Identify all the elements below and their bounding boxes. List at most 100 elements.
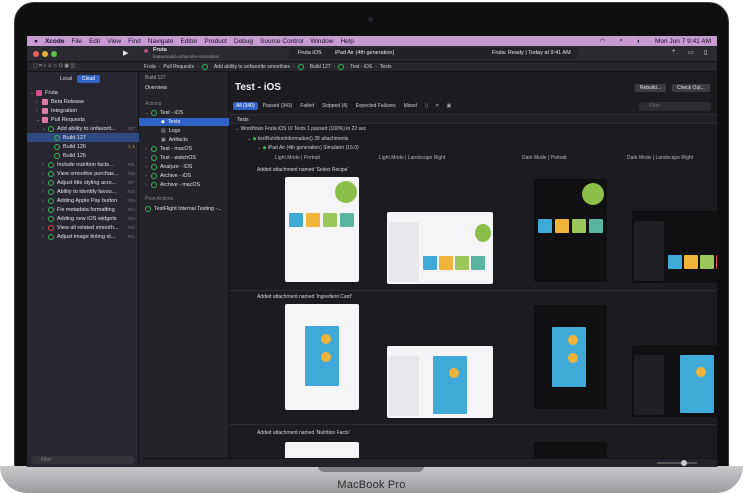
zoom-window-button[interactable] [51, 51, 57, 57]
library-icon[interactable]: ▭ [688, 49, 694, 56]
screen: ● Xcode File Edit View Find Navigate Edi… [27, 36, 717, 467]
search-icon[interactable]: ⌕ [619, 37, 623, 45]
action-test-ios[interactable]: ⌄ Test - iOS [139, 109, 229, 117]
pr-number: #28 [127, 171, 135, 176]
breadcrumb-pr[interactable]: Add ability to unfavorite smoothies [214, 64, 290, 70]
tab-expected-failures[interactable]: Expected Failures [353, 102, 399, 110]
breadcrumb-fruta[interactable]: Fruta [144, 64, 156, 70]
menu-product[interactable]: Product [204, 38, 226, 45]
menu-app[interactable]: Xcode [45, 38, 65, 45]
screenshot-filter-icon[interactable]: ⌗ [433, 102, 442, 110]
sidebar-item-pr-23[interactable]: › Adding new iOS widgets #23 [27, 214, 139, 223]
sidebar-item-beta[interactable]: › Beta Release [27, 97, 139, 106]
segment-local[interactable]: Local [55, 75, 77, 83]
sidebar-item-pr-28[interactable]: › View smoothie purchas... #28 [27, 169, 139, 178]
action-test-macos[interactable]: › Test - macOS [139, 145, 229, 153]
action-archive-macos[interactable]: › Archive - macOS [139, 181, 229, 189]
menu-file[interactable]: File [71, 38, 81, 45]
screenshot-dark-landscape[interactable] [632, 345, 717, 417]
inspector-icon[interactable]: ▯ [704, 49, 707, 56]
menu-source-control[interactable]: Source Control [260, 38, 303, 45]
screenshot-dark-portrait[interactable] [534, 179, 607, 282]
sidebar-item-pr-22[interactable]: › View all related smooth... #22 [27, 223, 139, 232]
menubar-clock[interactable]: Mon Jun 7 9:41 AM [655, 38, 711, 45]
action-test-watchos[interactable]: › Test - watchOS [139, 154, 229, 162]
attachment-filter-icon[interactable]: ▣ [444, 102, 455, 110]
sidebar-item-pr-31[interactable]: › Include nutrition facts... #31 [27, 160, 139, 169]
menu-help[interactable]: Help [340, 38, 353, 45]
navigator-icons[interactable]: ▢ ⌗ ⌕ ⚠ ◇ ⌬ ▣ ◫ [33, 63, 75, 69]
workflow-row[interactable]: ⌄ Workflows Fruta iOS UI Tests 1 passed … [235, 126, 366, 132]
menu-find[interactable]: Find [128, 38, 141, 45]
device-row[interactable]: ⌄ ◆ iPad Air (4th generation) Simulator … [257, 145, 359, 151]
sidebar-item-pr-25[interactable]: › Adding Apple Pay button #25 [27, 196, 139, 205]
tab-failed[interactable]: Failed [297, 102, 317, 110]
column-dark-landscape: Dark Mode | Landscape Right [627, 155, 694, 161]
menu-edit[interactable]: Edit [89, 38, 100, 45]
check-icon [48, 188, 54, 195]
zoom-slider[interactable] [657, 462, 697, 464]
menu-editor[interactable]: Editor [180, 38, 197, 45]
action-artifacts[interactable]: ▣ Artifacts [139, 136, 229, 144]
screenshot-dark-portrait[interactable] [534, 305, 607, 409]
sidebar-item-pr-26[interactable]: › Ability to identify favou... #26 [27, 187, 139, 196]
sidebar-item-pr-27[interactable]: › Adjust title styling acro... #27 [27, 178, 139, 187]
menu-view[interactable]: View [107, 38, 121, 45]
sidebar-item-build-125[interactable]: Build 125 [27, 151, 139, 160]
close-window-button[interactable] [33, 51, 39, 57]
breadcrumb-build[interactable]: Build 127 [310, 64, 331, 70]
action-tests[interactable]: ◆ Tests [139, 118, 229, 126]
sidebar-item-integration[interactable]: › Integration [27, 106, 139, 115]
run-icon[interactable]: ▶ [123, 49, 128, 57]
overview-item[interactable]: Overview [139, 84, 229, 92]
minimize-window-button[interactable] [42, 51, 48, 57]
sidebar-item-fruta[interactable]: ⌄ Fruta [27, 88, 139, 97]
breadcrumb-test-ios[interactable]: Test - iOS [350, 64, 372, 70]
test-case-row[interactable]: ⌄ ◆ testNutritionInformation() 28 attach… [247, 136, 348, 142]
tab-skipped[interactable]: Skipped (4) [319, 102, 351, 110]
screenshot-dark-landscape[interactable] [632, 211, 717, 283]
artifacts-icon: ▣ [161, 137, 166, 143]
action-logs[interactable]: ▤ Logs [139, 127, 229, 135]
wifi-icon[interactable]: ◠ [600, 37, 606, 45]
breadcrumb-pull-requests[interactable]: Pull Requests [163, 64, 194, 70]
zoom-slider-knob[interactable] [681, 460, 687, 466]
local-cloud-segmented[interactable]: Local Cloud [55, 75, 101, 83]
destination-selector[interactable]: iPad Air (4th generation) [335, 50, 394, 56]
breadcrumb-tests[interactable]: Tests [380, 64, 392, 70]
menu-debug[interactable]: Debug [234, 38, 253, 45]
post-action-testflight[interactable]: TestFlight Internal Testing -... [139, 205, 229, 213]
menu-navigate[interactable]: Navigate [148, 38, 174, 45]
check-out-button[interactable]: Check Out... [672, 84, 710, 92]
action-analyze-ios[interactable]: › Analyze - iOS [139, 163, 229, 171]
check-icon [151, 173, 157, 179]
screenshot-light-portrait[interactable] [285, 304, 359, 410]
tests-icon: ◆ [161, 119, 165, 125]
check-icon [48, 161, 54, 168]
tab-mixed[interactable]: Mixed [401, 102, 420, 110]
tab-passed[interactable]: Passed (343) [260, 102, 296, 110]
screenshot-light-landscape[interactable] [387, 212, 493, 284]
device-filter-icon[interactable]: ▯ [422, 102, 431, 110]
check-icon [48, 170, 54, 177]
sidebar-item-build-127[interactable]: Build 127 [27, 133, 139, 142]
screenshot-light-landscape[interactable] [387, 346, 493, 418]
add-icon[interactable]: + [672, 49, 676, 55]
action-archive-ios[interactable]: › Archive - iOS [139, 172, 229, 180]
tab-all[interactable]: All (340) [233, 102, 258, 110]
sidebar-item-pr-21[interactable]: › Adjust image tinting st... #21 [27, 232, 139, 241]
sidebar-item-build-126[interactable]: Build 126 ⚠ 1 [27, 142, 139, 151]
sidebar-item-pull-requests[interactable]: ⌄ Pull Requests [27, 115, 139, 124]
scheme-selector[interactable]: Fruta iOS [298, 50, 322, 56]
screenshot-light-portrait[interactable] [285, 177, 359, 282]
sidebar-item-pr-37[interactable]: ⌄ Add ability to unfavorit... #37 [27, 124, 139, 133]
control-center-icon[interactable]: ◐ [637, 38, 641, 45]
apple-icon[interactable]: ● [34, 38, 38, 45]
report-filter-field[interactable]: Filter [639, 102, 711, 111]
sidebar-item-pr-24[interactable]: › Fix metadata formatting #24 [27, 205, 139, 214]
sidebar-filter-field[interactable]: Filter [31, 456, 135, 464]
menu-window[interactable]: Window [310, 38, 333, 45]
segment-cloud[interactable]: Cloud [76, 75, 101, 83]
rebuild-button[interactable]: Rebuild... [635, 84, 667, 92]
sidebar-item-label: Include nutrition facts... [57, 161, 114, 168]
